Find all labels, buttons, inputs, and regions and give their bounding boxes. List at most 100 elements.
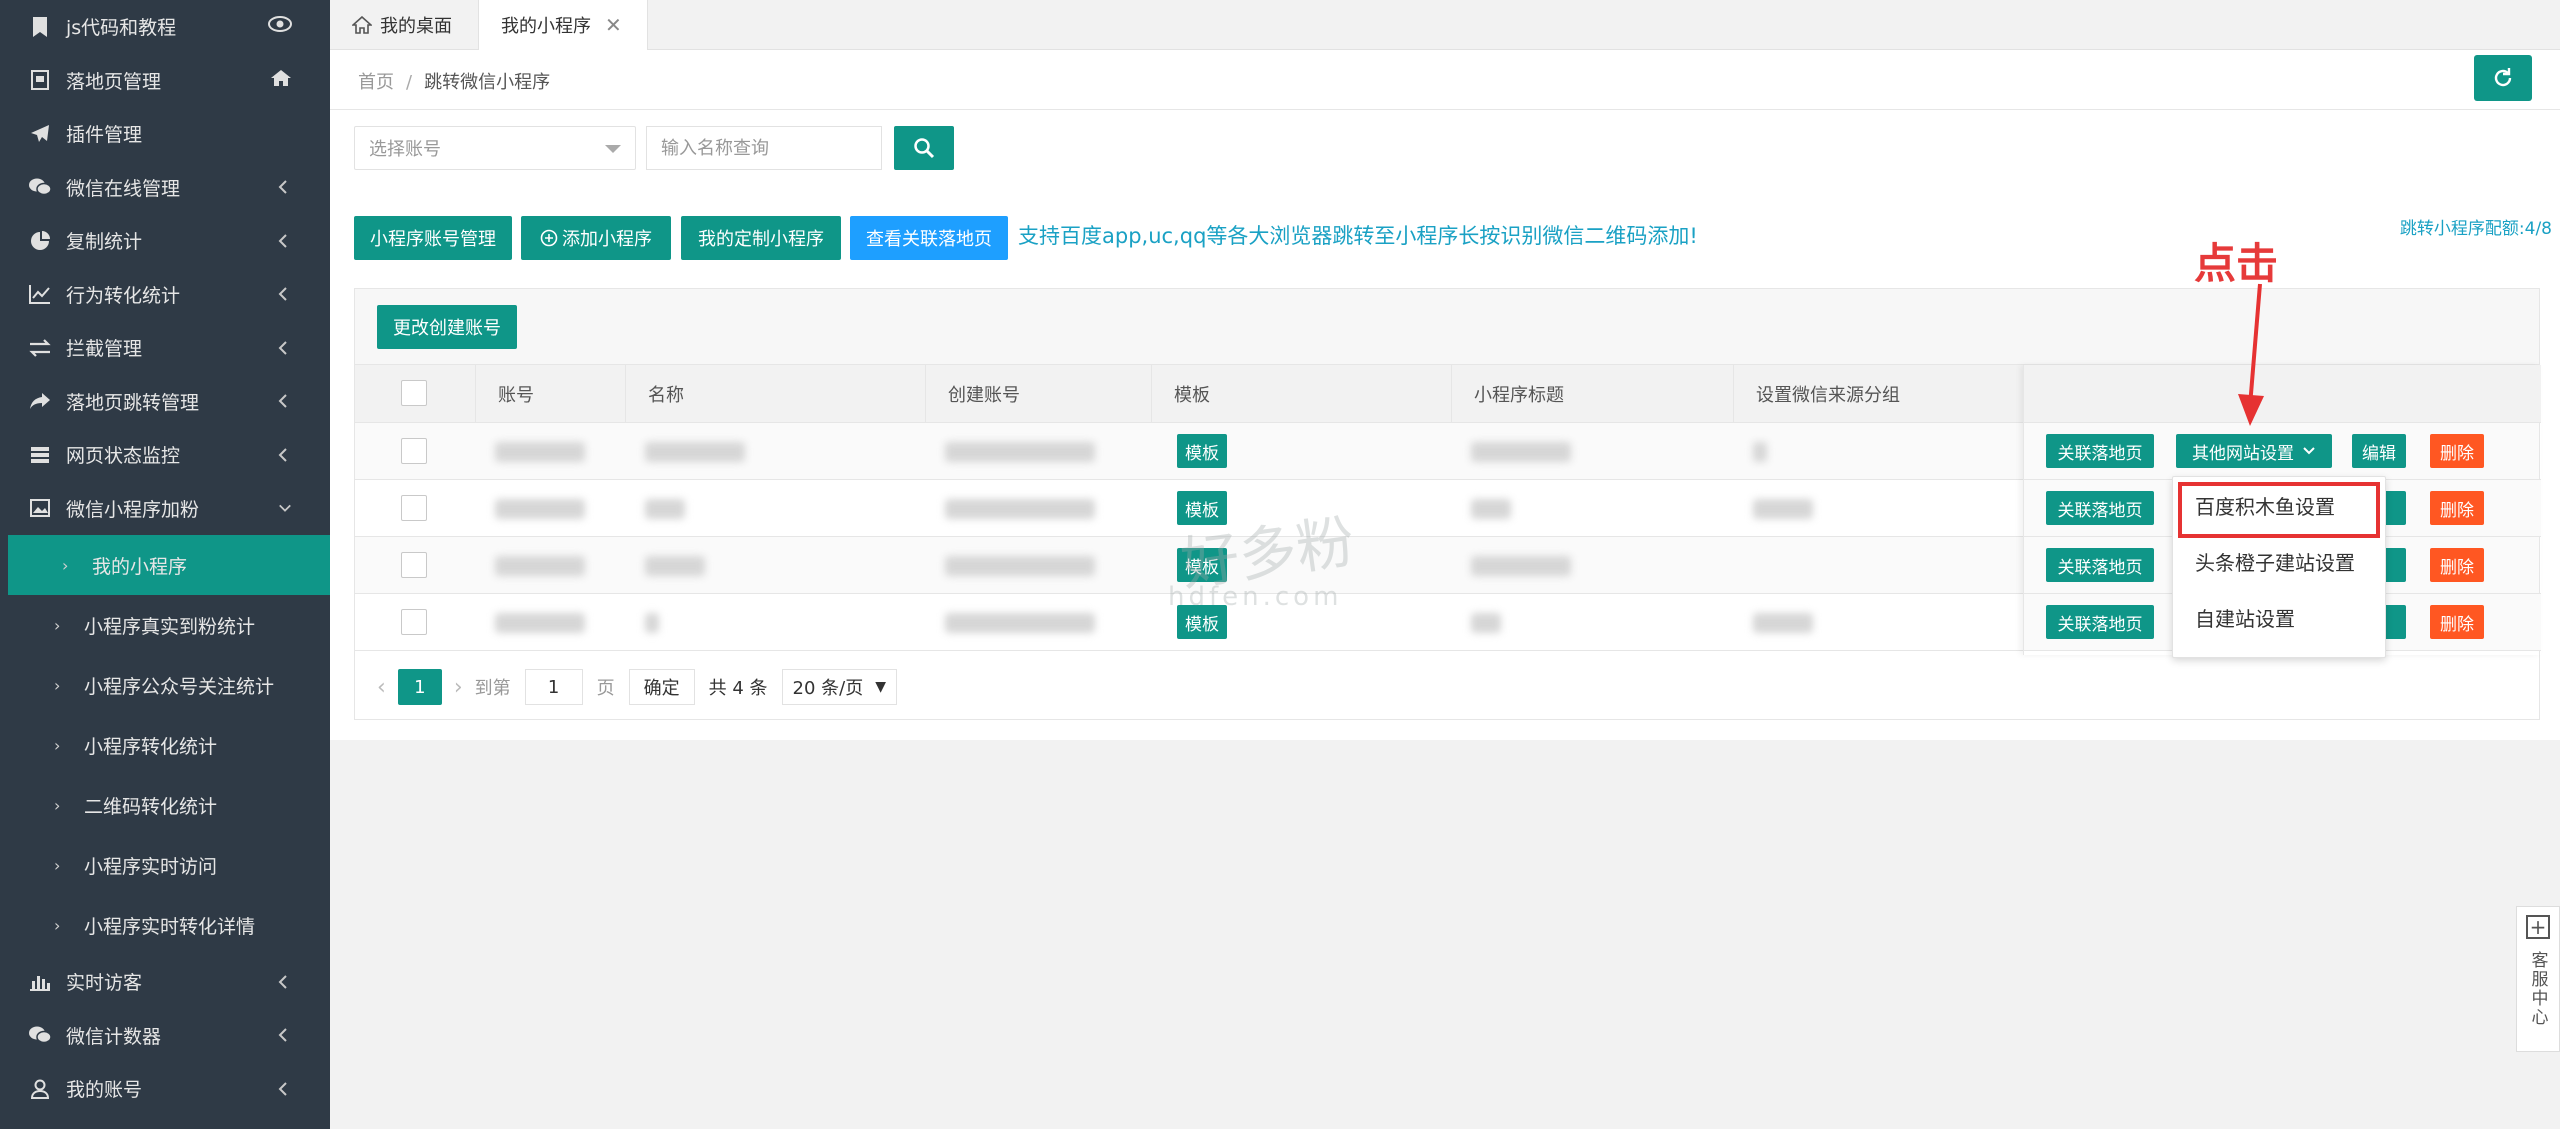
sidebar-item-miniprogram-fans[interactable]: 微信小程序加粉: [0, 482, 330, 536]
chevron-right-icon: ›: [54, 915, 61, 935]
page-unit-label: 页: [596, 678, 615, 699]
blurred-title: [1471, 442, 1571, 462]
row-checkbox[interactable]: [401, 495, 427, 521]
blurred-creator: [945, 499, 1095, 519]
close-icon[interactable]: ✕: [605, 13, 622, 37]
sidebar-subitem-real-fans[interactable]: › 小程序真实到粉统计: [0, 595, 330, 655]
customer-service-label: 客服中心: [2527, 951, 2548, 1027]
sidebar-subitem-my-miniprogram[interactable]: › 我的小程序: [8, 535, 330, 595]
table-toolbar: 更改创建账号: [355, 289, 2539, 365]
refresh-button[interactable]: [2474, 55, 2532, 101]
sidebar-item-label: 小程序实时访问: [84, 855, 218, 878]
search-button[interactable]: [894, 126, 954, 170]
sidebar-item-label: 微信小程序加粉: [66, 498, 200, 521]
custom-miniprogram-button[interactable]: 我的定制小程序: [681, 216, 841, 260]
page-size-select[interactable]: 20 条/页 ▼: [781, 669, 898, 705]
prev-page-icon[interactable]: ‹: [377, 675, 386, 700]
blurred-creator: [945, 613, 1095, 633]
tab-my-miniprogram[interactable]: 我的小程序 ✕: [478, 0, 648, 50]
page-number-input[interactable]: 1: [524, 669, 583, 705]
blurred-account: [495, 613, 585, 633]
link-landing-button[interactable]: 关联落地页: [2046, 548, 2154, 582]
image-icon: [28, 496, 52, 520]
row-checkbox[interactable]: [401, 438, 427, 464]
edit-button[interactable]: 编辑: [2352, 434, 2406, 468]
sidebar-item-behavior-stats[interactable]: 行为转化统计: [0, 268, 330, 322]
name-search-input[interactable]: [646, 126, 882, 170]
sidebar-item-my-account[interactable]: 我的账号: [0, 1062, 330, 1116]
chevron-down-icon: [278, 501, 292, 515]
sidebar-subitem-qrcode[interactable]: › 二维码转化统计: [0, 775, 330, 835]
delete-button[interactable]: 删除: [2430, 434, 2484, 468]
sidebar-item-landing-redirect[interactable]: 落地页跳转管理: [0, 375, 330, 429]
change-creator-button[interactable]: 更改创建账号: [377, 305, 517, 349]
next-page-icon[interactable]: ›: [454, 675, 463, 700]
sidebar-item-label: 落地页管理: [66, 70, 162, 93]
account-select[interactable]: 选择账号: [354, 126, 636, 170]
blurred-name: [645, 556, 705, 576]
caret-down-icon: ▼: [875, 679, 887, 695]
sidebar-item-label: 微信在线管理: [66, 177, 181, 200]
bar-chart-icon: [28, 970, 52, 994]
link-landing-button[interactable]: 关联落地页: [2046, 434, 2154, 468]
sidebar-item-realtime-visitors[interactable]: 实时访客: [0, 955, 330, 1009]
sidebar-item-intercept[interactable]: 拦截管理: [0, 321, 330, 375]
template-tag[interactable]: 模板: [1177, 434, 1227, 468]
chevron-right-icon: ›: [54, 795, 61, 815]
chevron-left-icon: [278, 1082, 292, 1096]
add-miniprogram-button[interactable]: 添加小程序: [521, 216, 671, 260]
sidebar-item-landing-pages[interactable]: 落地页管理: [0, 54, 330, 108]
goto-label: 到第: [474, 678, 511, 699]
row-checkbox[interactable]: [401, 609, 427, 635]
blurred-group: [1753, 442, 1767, 462]
goto-confirm-button[interactable]: 确定: [628, 669, 695, 705]
sidebar-item-js-code[interactable]: js代码和教程: [0, 0, 330, 54]
sidebar-item-wechat-online[interactable]: 微信在线管理: [0, 161, 330, 215]
sidebar-subitem-realtime-visit[interactable]: › 小程序实时访问: [0, 835, 330, 895]
link-landing-button[interactable]: 关联落地页: [2046, 605, 2154, 639]
tab-desktop[interactable]: 我的桌面: [330, 0, 480, 50]
sidebar: js代码和教程 落地页管理 插件管理 微信在线管理 复制统计 行为转化统计 拦截…: [0, 0, 330, 1129]
sidebar-item-plugins[interactable]: 插件管理: [0, 107, 330, 161]
actions-row: 关联落地页 其他网站设置 编辑 删除: [2024, 423, 2541, 480]
blurred-account: [495, 499, 585, 519]
other-site-settings-button[interactable]: 其他网站设置: [2176, 434, 2332, 468]
pie-chart-icon: [28, 229, 52, 253]
sidebar-item-label: 小程序实时转化详情: [84, 915, 256, 938]
blurred-title: [1471, 499, 1511, 519]
row-checkbox[interactable]: [401, 552, 427, 578]
sidebar-item-page-monitor[interactable]: 网页状态监控: [0, 428, 330, 482]
link-landing-button[interactable]: 关联落地页: [2046, 491, 2154, 525]
sidebar-item-label: 落地页跳转管理: [66, 391, 200, 414]
tab-bar: 我的桌面 我的小程序 ✕: [330, 0, 2560, 50]
add-miniprogram-label: 添加小程序: [562, 229, 652, 250]
sidebar-subitem-official-follow[interactable]: › 小程序公众号关注统计: [0, 655, 330, 715]
chevron-left-icon: [278, 1028, 292, 1042]
current-page[interactable]: 1: [397, 669, 442, 705]
content-background: [330, 740, 2516, 1129]
select-all-checkbox[interactable]: [401, 380, 427, 406]
bookmark-icon: [28, 15, 52, 39]
plus-circle-icon: [540, 229, 558, 247]
breadcrumb-home[interactable]: 首页: [358, 72, 394, 93]
blurred-creator: [945, 442, 1095, 462]
menu-item-toutiao-chengzi[interactable]: 头条橙子建站设置: [2173, 533, 2385, 589]
view-linked-landing-button[interactable]: 查看关联落地页: [850, 216, 1008, 260]
sidebar-item-wechat-counter[interactable]: 微信计数器: [0, 1009, 330, 1063]
actions-header-spacer: [2024, 365, 2541, 423]
delete-button[interactable]: 删除: [2430, 491, 2484, 525]
chevron-left-icon: [278, 287, 292, 301]
sidebar-item-label: 二维码转化统计: [84, 795, 218, 818]
menu-item-self-built-site[interactable]: 自建站设置: [2173, 589, 2385, 645]
user-icon: [28, 1077, 52, 1101]
customer-service-float[interactable]: + 客服中心: [2516, 906, 2560, 1052]
sidebar-item-label: 微信计数器: [66, 1025, 162, 1048]
delete-button[interactable]: 删除: [2430, 605, 2484, 639]
miniprogram-account-button[interactable]: 小程序账号管理: [354, 216, 512, 260]
sidebar-subitem-realtime-detail[interactable]: › 小程序实时转化详情: [0, 895, 330, 955]
sidebar-item-copy-stats[interactable]: 复制统计: [0, 214, 330, 268]
watermark-url: hdfen.com: [1168, 582, 1343, 612]
sidebar-subitem-conversion[interactable]: › 小程序转化统计: [0, 715, 330, 775]
sidebar-item-label: 拦截管理: [66, 338, 143, 361]
delete-button[interactable]: 删除: [2430, 548, 2484, 582]
